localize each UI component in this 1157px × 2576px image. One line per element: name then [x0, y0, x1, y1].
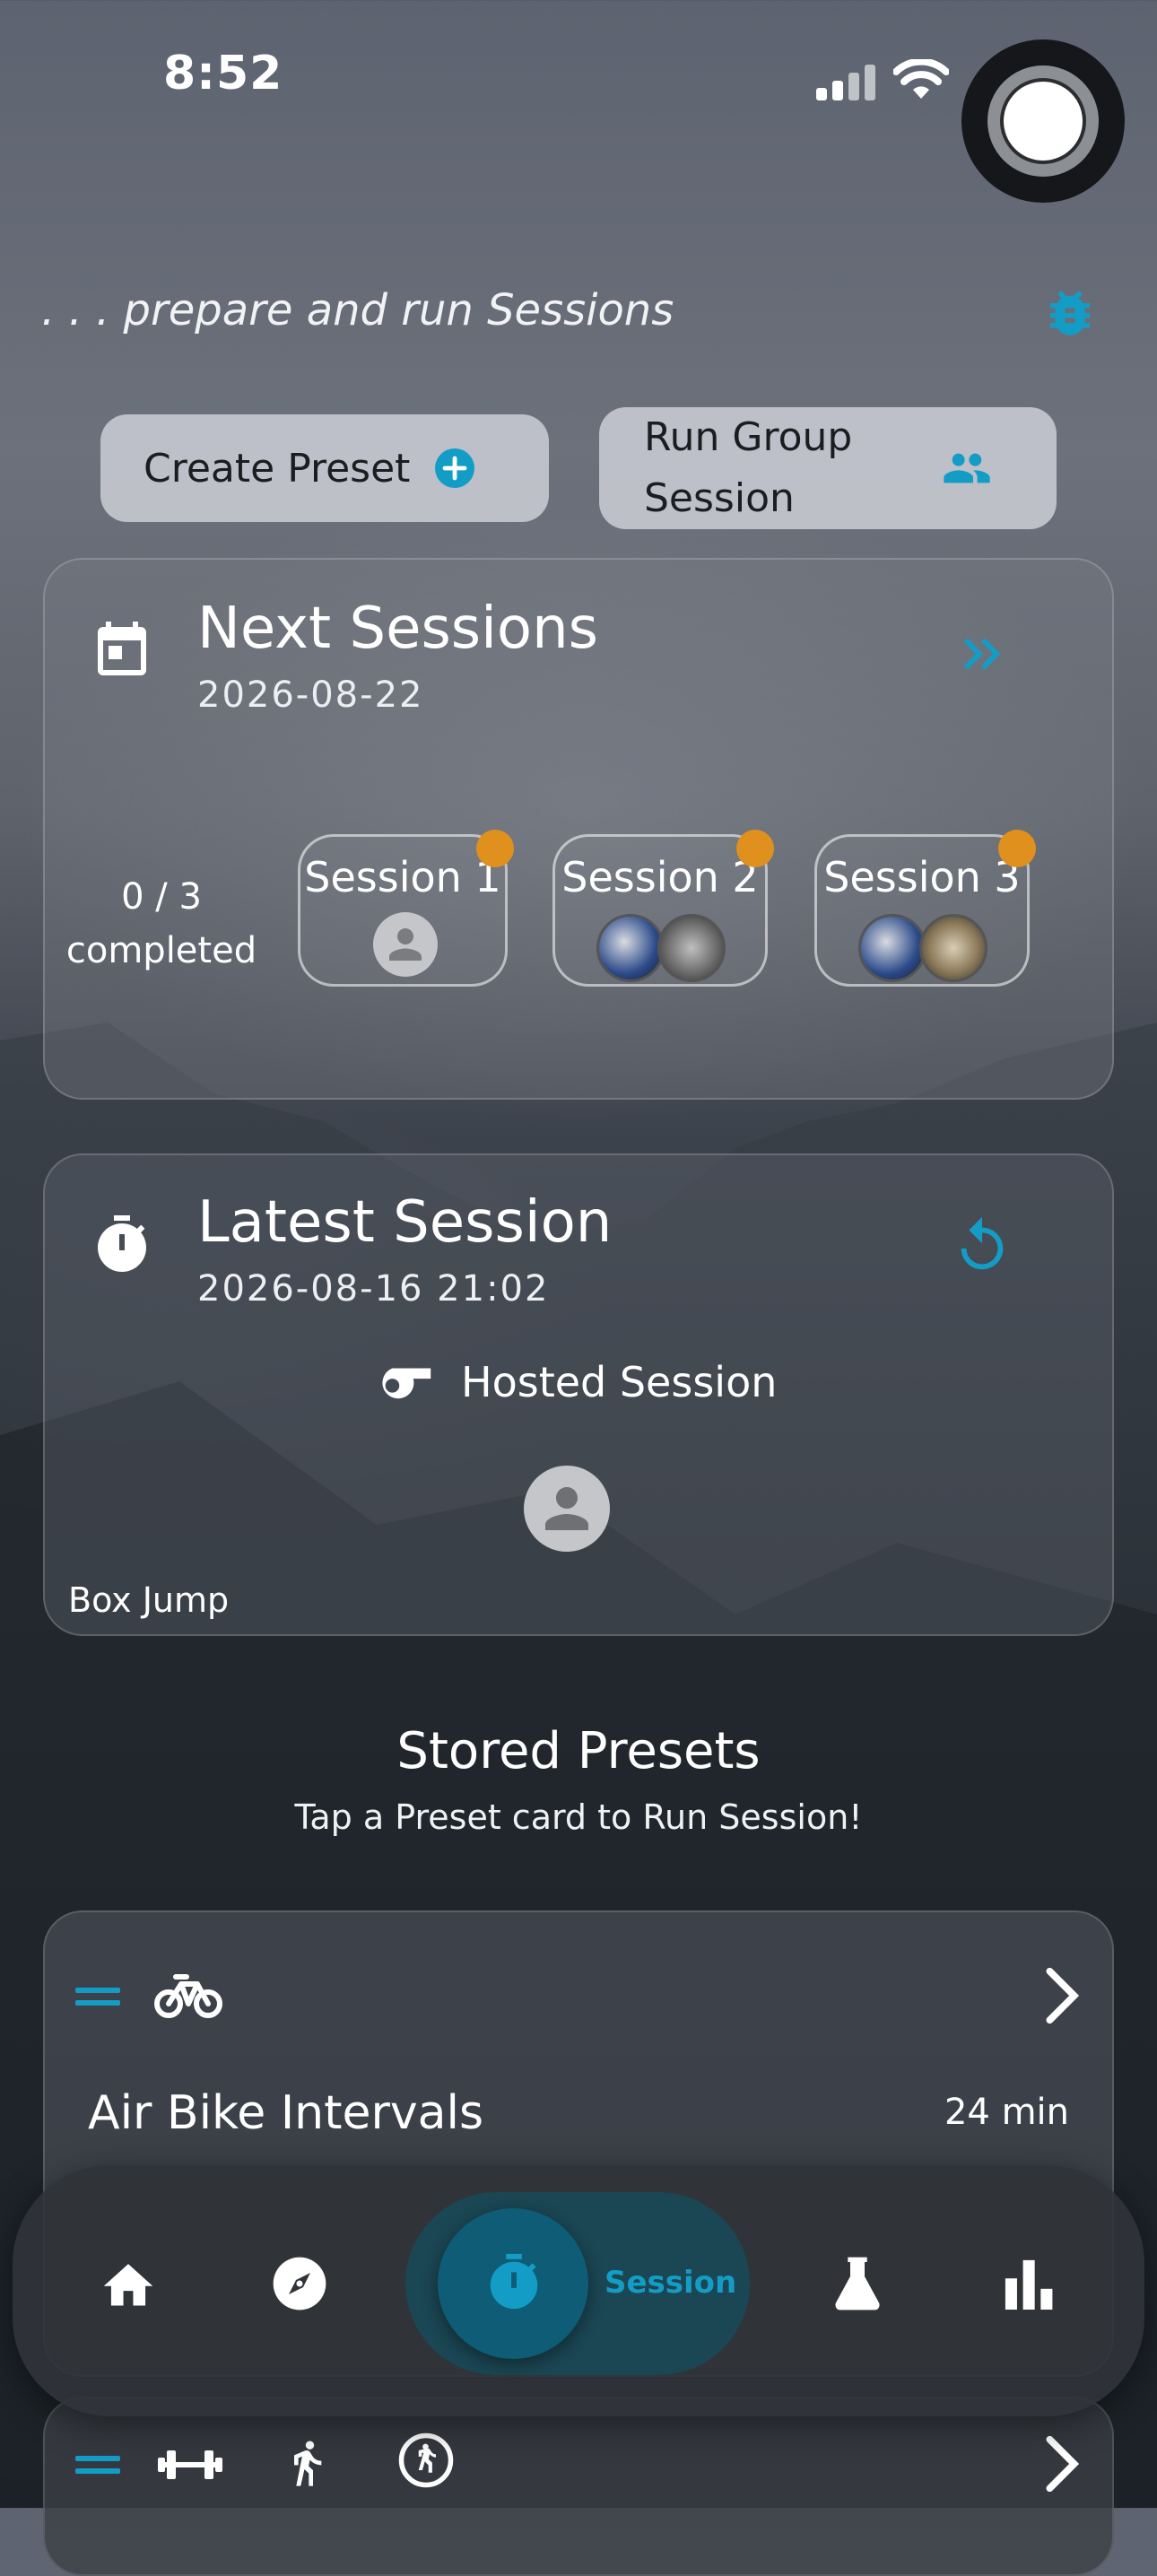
replay-icon[interactable]: [951, 1214, 1013, 1277]
create-preset-label: Create Preset: [144, 445, 411, 492]
session-chip-2[interactable]: Session 2: [552, 830, 774, 987]
status-time: 8:52: [163, 47, 283, 100]
participant-avatar: [596, 914, 665, 982]
next-sessions-card[interactable]: Next Sessions 2026-08-22 0 / 3 completed…: [43, 558, 1114, 1100]
tagline: . . . prepare and run Sessions: [41, 285, 674, 335]
exercise-label: Box Jump: [68, 1580, 230, 1620]
drag-handle-icon[interactable]: [75, 2452, 122, 2479]
pending-badge-icon: [736, 830, 774, 867]
pending-badge-icon: [476, 830, 514, 867]
bike-icon: [154, 1974, 222, 2018]
next-sessions-date: 2026-08-22: [197, 674, 424, 716]
chevron-right-icon[interactable]: [1040, 1964, 1083, 2027]
chevron-right-icon[interactable]: [1040, 2432, 1083, 2495]
preset-name: Air Bike Intervals: [88, 2086, 484, 2140]
avatar: [373, 912, 438, 977]
run-group-session-label-1: Run Group: [644, 414, 853, 460]
progress-label: completed: [65, 930, 257, 971]
host-avatar: [524, 1466, 610, 1552]
stopwatch-icon: [98, 1215, 146, 1272]
tab-session-label[interactable]: Session: [605, 2265, 736, 2301]
run-group-session-label-2: Session: [644, 475, 795, 521]
stored-presets-subtitle: Tap a Preset card to Run Session!: [294, 1797, 863, 1837]
session-chip-label: Session 1: [304, 853, 501, 901]
progress-text: 0 / 3 completed: [63, 870, 260, 978]
participant-avatar: [657, 914, 726, 982]
session-chip-1[interactable]: Session 1: [298, 830, 514, 987]
group-icon: [944, 453, 990, 483]
create-preset-button[interactable]: Create Preset: [100, 414, 549, 522]
latest-session-datetime: 2026-08-16 21:02: [197, 1268, 550, 1310]
stored-presets-title: Stored Presets: [396, 1722, 761, 1780]
home-icon[interactable]: [99, 2257, 158, 2311]
latest-session-card[interactable]: Latest Session 2026-08-16 21:02 Hosted S…: [43, 1153, 1114, 1636]
participant-avatar: [858, 914, 926, 982]
session-chip-label: Session 3: [823, 853, 1021, 901]
bug-report-icon[interactable]: [1040, 283, 1100, 343]
pending-badge-icon: [998, 830, 1036, 867]
hosted-session-row: Hosted Session: [375, 1358, 777, 1406]
flask-icon[interactable]: [832, 2255, 883, 2312]
screen-record-button[interactable]: [961, 39, 1125, 203]
preset-card[interactable]: [43, 2397, 1114, 2576]
compass-icon[interactable]: [271, 2255, 328, 2312]
dumbbell-icon: [158, 2450, 222, 2479]
run-circle-icon: [398, 2432, 454, 2488]
participant-avatar: [919, 914, 987, 982]
whistle-icon: [382, 1368, 431, 1399]
calendar-icon: [98, 622, 146, 675]
latest-session-title: Latest Session: [197, 1189, 613, 1256]
signal-icon: [816, 65, 875, 100]
walk-icon: [294, 2441, 322, 2486]
wifi-icon: [893, 59, 949, 99]
session-chip-label: Session 2: [561, 853, 759, 901]
double-chevron-right-icon[interactable]: [951, 622, 1013, 685]
hosted-session-label: Hosted Session: [461, 1358, 778, 1406]
session-chip-3[interactable]: Session 3: [814, 830, 1036, 987]
add-circle-icon: [435, 448, 475, 488]
bar-chart-icon[interactable]: [1003, 2257, 1055, 2311]
next-sessions-title: Next Sessions: [197, 596, 598, 662]
progress-count: 0 / 3: [121, 876, 202, 918]
drag-handle-icon[interactable]: [75, 1984, 122, 2011]
preset-duration: 24 min: [944, 2092, 1069, 2133]
run-group-session-button[interactable]: Run Group Session: [599, 407, 1057, 529]
stopwatch-icon: [490, 2253, 538, 2310]
